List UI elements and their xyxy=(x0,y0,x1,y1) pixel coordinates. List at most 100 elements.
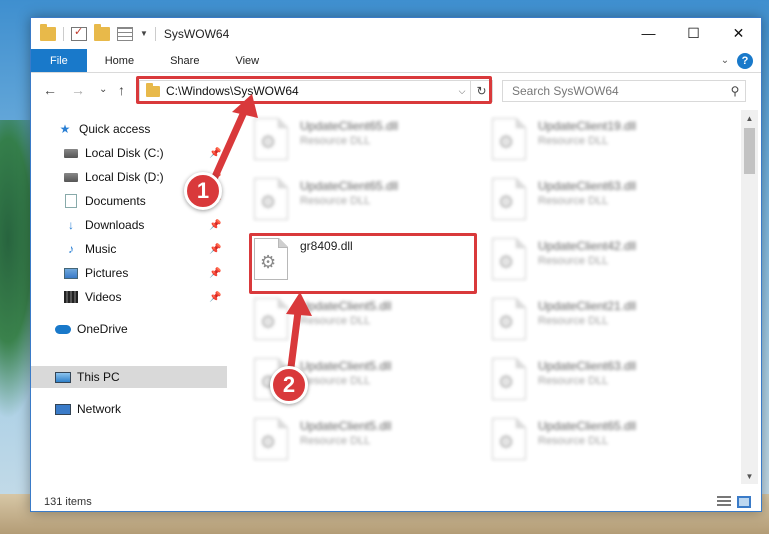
music-icon: ♪ xyxy=(68,242,74,256)
sidebar-item-quick-access[interactable]: ★ Quick access xyxy=(31,118,227,140)
dll-file-icon: ⚙ xyxy=(254,418,288,460)
sidebar-item-music[interactable]: ♪ Music 📌 xyxy=(31,238,227,260)
large-icons-view-icon[interactable] xyxy=(737,496,751,508)
list-item[interactable]: ⚙ UpdateClient19.dll Resource DLL xyxy=(486,110,706,166)
dll-file-icon: ⚙ xyxy=(254,118,288,160)
sidebar-item-label: Pictures xyxy=(85,266,129,280)
dll-file-icon: ⚙ xyxy=(492,298,526,340)
list-item[interactable]: ⚙ UpdateClient65.dll Resource DLL xyxy=(486,410,706,466)
sidebar-item-downloads[interactable]: ↓ Downloads 📌 xyxy=(31,214,227,236)
minimize-button[interactable]: — xyxy=(626,18,671,48)
list-item[interactable]: ⚙ UpdateClient42.dll Resource DLL xyxy=(486,230,706,286)
sidebar-item-label: OneDrive xyxy=(77,322,128,336)
file-type: Resource DLL xyxy=(538,315,609,327)
close-button[interactable]: ✕ xyxy=(716,18,761,48)
dll-file-icon: ⚙ xyxy=(492,358,526,400)
file-name: UpdateClient63.dll xyxy=(538,179,637,193)
sidebar-item-label: Music xyxy=(85,242,117,256)
status-bar: 131 items xyxy=(31,492,761,512)
forward-button[interactable]: → xyxy=(71,82,85,98)
help-icon[interactable]: ? xyxy=(737,53,753,69)
properties-icon[interactable] xyxy=(71,25,87,41)
pin-icon[interactable]: 📌 xyxy=(209,244,221,255)
drive-icon xyxy=(63,146,79,160)
pin-icon[interactable]: 📌 xyxy=(209,292,221,303)
step-badge-2: 2 xyxy=(270,366,308,404)
file-list: ⚙ UpdateClient65.dll Resource DLL ⚙ Upda… xyxy=(228,110,740,484)
sidebar-item-videos[interactable]: Videos 📌 xyxy=(31,286,227,308)
quick-access-star-icon: ★ xyxy=(59,122,71,136)
pin-icon[interactable]: 📌 xyxy=(209,148,221,159)
search-input[interactable] xyxy=(503,84,725,98)
address-bar-highlight xyxy=(136,76,492,104)
list-item[interactable]: ⚙ UpdateClient65.dll Resource DLL xyxy=(248,170,468,226)
details-view-icon[interactable] xyxy=(717,496,731,508)
file-name: UpdateClient63.dll xyxy=(538,359,637,373)
view-switcher xyxy=(717,496,751,508)
sidebar-item-pictures[interactable]: Pictures 📌 xyxy=(31,262,227,284)
list-item[interactable]: ⚙ UpdateClient5.dll Resource DLL xyxy=(248,290,468,346)
view-options-icon[interactable] xyxy=(117,26,133,41)
window-title: SysWOW64 xyxy=(163,26,230,41)
window-controls: — ☐ ✕ xyxy=(626,18,761,48)
file-name: UpdateClient65.dll xyxy=(300,119,399,133)
sidebar-item-label: Downloads xyxy=(85,218,145,232)
list-item[interactable]: ⚙ UpdateClient21.dll Resource DLL xyxy=(486,290,706,346)
sidebar-item-label: Local Disk (C:) xyxy=(85,146,164,160)
sidebar-item-this-pc[interactable]: This PC xyxy=(31,366,227,388)
new-folder-icon[interactable] xyxy=(94,23,110,41)
file-name: UpdateClient42.dll xyxy=(538,239,637,253)
sidebar-item-label: This PC xyxy=(77,370,120,384)
file-type: Resource DLL xyxy=(538,135,609,147)
file-type: Resource DLL xyxy=(300,135,371,147)
sidebar-item-label: Local Disk (D:) xyxy=(85,170,164,184)
drive-icon xyxy=(63,170,79,184)
file-name: UpdateClient5.dll xyxy=(300,419,392,433)
customize-toolbar-chevron-icon[interactable]: ▼ xyxy=(140,29,148,38)
tab-view[interactable]: View xyxy=(217,49,277,72)
toolbar-divider xyxy=(63,26,64,41)
file-name: UpdateClient65.dll xyxy=(300,179,399,193)
file-name: UpdateClient19.dll xyxy=(538,119,637,133)
tab-file[interactable]: File xyxy=(31,49,87,72)
item-count: 131 items xyxy=(44,496,92,508)
title-bar: ▼ SysWOW64 — ☐ ✕ xyxy=(31,18,761,49)
folder-icon xyxy=(40,23,56,41)
sidebar-item-local-disk-c[interactable]: Local Disk (C:) 📌 xyxy=(31,142,227,164)
sidebar-item-label: Quick access xyxy=(79,122,151,136)
dll-file-icon: ⚙ xyxy=(492,178,526,220)
dll-file-icon: ⚙ xyxy=(492,238,526,280)
documents-icon xyxy=(63,194,79,208)
file-type: Resource DLL xyxy=(538,435,609,447)
videos-icon xyxy=(63,290,79,304)
navigation-pane: ★ Quick access Local Disk (C:) 📌 Local D… xyxy=(31,110,227,492)
ribbon-spacer xyxy=(277,49,713,72)
file-name: UpdateClient65.dll xyxy=(538,419,637,433)
scroll-up-arrow-icon[interactable]: ▲ xyxy=(741,110,758,126)
pin-icon[interactable]: 📌 xyxy=(209,268,221,279)
dll-file-icon: ⚙ xyxy=(254,298,288,340)
expand-ribbon-chevron-icon[interactable]: ⌄ xyxy=(713,49,737,72)
list-item[interactable]: ⚙ UpdateClient5.dll Resource DLL xyxy=(248,410,468,466)
recent-locations-chevron-icon[interactable]: ⌄ xyxy=(99,84,107,95)
list-item[interactable]: ⚙ UpdateClient65.dll Resource DLL xyxy=(248,110,468,166)
maximize-button[interactable]: ☐ xyxy=(671,18,716,48)
vertical-scrollbar[interactable]: ▲ ▼ xyxy=(741,110,758,484)
search-icon[interactable]: ⚲ xyxy=(725,84,745,98)
sidebar-item-label: Documents xyxy=(85,194,146,208)
list-item[interactable]: ⚙ UpdateClient63.dll Resource DLL xyxy=(486,170,706,226)
toolbar-divider xyxy=(154,26,156,41)
sidebar-item-onedrive[interactable]: OneDrive xyxy=(31,318,227,340)
up-button[interactable]: ↑ xyxy=(118,82,125,98)
tab-share[interactable]: Share xyxy=(152,49,217,72)
dll-file-icon: ⚙ xyxy=(492,118,526,160)
back-button[interactable]: ← xyxy=(43,82,57,98)
file-name: UpdateClient21.dll xyxy=(538,299,637,313)
list-item[interactable]: ⚙ UpdateClient63.dll Resource DLL xyxy=(486,350,706,406)
pin-icon[interactable]: 📌 xyxy=(209,220,221,231)
sidebar-item-network[interactable]: Network xyxy=(31,398,227,420)
scroll-down-arrow-icon[interactable]: ▼ xyxy=(741,468,758,484)
scrollbar-thumb[interactable] xyxy=(744,128,755,174)
search-box[interactable]: ⚲ xyxy=(502,80,746,102)
tab-home[interactable]: Home xyxy=(87,49,152,72)
